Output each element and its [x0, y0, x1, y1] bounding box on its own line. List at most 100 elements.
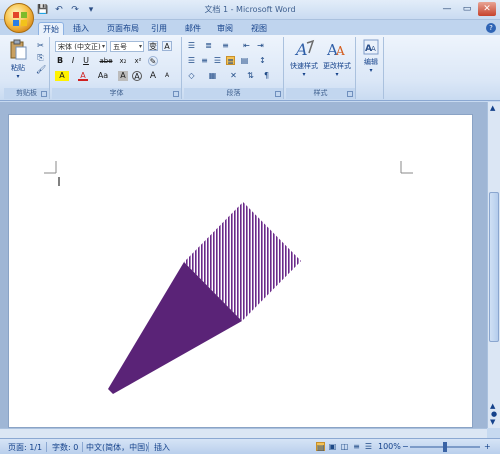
tab-references[interactable]: 引用	[148, 22, 170, 35]
zoom-slider-thumb[interactable]	[443, 442, 447, 452]
char-shading-button[interactable]: A	[118, 71, 128, 81]
draft-view-icon[interactable]: ☰	[364, 442, 373, 451]
paste-label: 粘贴	[11, 64, 25, 72]
increase-indent-icon[interactable]: ⇥	[256, 41, 265, 50]
clear-format-icon[interactable]: ✎	[148, 56, 158, 66]
distributed-icon[interactable]: ▤	[240, 56, 249, 65]
office-button[interactable]	[4, 3, 34, 33]
cut-icon[interactable]: ✂	[36, 41, 45, 50]
web-layout-view-icon[interactable]: ◫	[340, 442, 349, 451]
outline-view-icon[interactable]: ≡	[352, 442, 361, 451]
font-launcher-icon[interactable]	[173, 91, 179, 97]
copy-icon[interactable]: ⎘	[36, 53, 45, 62]
vertical-scrollbar[interactable]: ▲ ▲ ● ▼	[487, 102, 500, 428]
horizontal-scrollbar[interactable]	[0, 428, 487, 438]
sort-icon[interactable]: ⇅	[246, 71, 255, 80]
italic-button[interactable]: I	[68, 56, 78, 66]
ribbon-tabs: 开始 插入 页面布局 引用 邮件 审阅 视图 ?	[0, 20, 500, 35]
tab-view[interactable]: 视图	[248, 22, 270, 35]
quick-styles-icon: A	[294, 39, 315, 59]
title-bar: 💾 ↶ ↷ ▾ 文档 1 - Microsoft Word — ▭ ✕	[0, 0, 500, 20]
scroll-up-icon[interactable]: ▲	[490, 104, 495, 112]
font-name-select[interactable]: 宋体 (中文正) ▾	[55, 41, 107, 52]
insert-mode-indicator[interactable]: 插入	[154, 442, 170, 453]
zoom-level[interactable]: 100%	[378, 442, 401, 451]
font-color-button[interactable]: A	[78, 71, 88, 81]
numbering-icon[interactable]: ≣	[204, 41, 213, 50]
paragraph-launcher-icon[interactable]	[275, 91, 281, 97]
next-page-icon[interactable]: ▼	[490, 418, 495, 426]
styles-launcher-icon[interactable]	[347, 91, 353, 97]
svg-text:A: A	[294, 40, 308, 59]
tab-home[interactable]: 开始	[38, 22, 64, 35]
show-marks-icon[interactable]: ¶	[262, 71, 271, 80]
clipboard-launcher-icon[interactable]	[41, 91, 47, 97]
word-count[interactable]: 字数: 0	[52, 442, 78, 453]
align-left-icon[interactable]: ☰	[187, 56, 196, 65]
align-center-icon[interactable]: ≡	[200, 56, 209, 65]
help-icon[interactable]: ?	[486, 23, 496, 33]
browse-object-icon[interactable]: ●	[491, 410, 497, 418]
line-spacing-icon[interactable]: ↕	[258, 56, 267, 65]
grow-font-button[interactable]: A	[148, 71, 158, 81]
chinese-layout-icon[interactable]: ✕	[229, 71, 238, 80]
tab-review[interactable]: 审阅	[214, 22, 236, 35]
vertical-scroll-thumb[interactable]	[489, 192, 499, 342]
paragraph-group-label: 段落	[184, 88, 283, 99]
quick-styles-label: 快速样式	[290, 62, 318, 70]
zoom-out-button[interactable]: −	[402, 442, 409, 451]
language-indicator[interactable]: 中文(简体，中国)	[86, 442, 148, 453]
superscript-button[interactable]: x²	[132, 56, 144, 66]
group-clipboard: 粘贴 ▾ ✂ ⎘ 🖌 剪贴板	[4, 37, 50, 99]
justify-icon[interactable]: ≣	[226, 56, 235, 66]
font-size-select[interactable]: 五号 ▾	[110, 41, 144, 52]
strikethrough-button[interactable]: abe	[98, 56, 114, 66]
page-count[interactable]: 页面: 1/1	[8, 442, 42, 453]
font-name-value: 宋体 (中文正)	[58, 43, 101, 51]
shrink-font-icon[interactable]: A	[162, 71, 172, 81]
editing-label: 编辑	[364, 58, 378, 66]
status-separator	[148, 442, 149, 452]
page-canvas	[44, 161, 413, 394]
char-border-icon[interactable]: A	[162, 41, 172, 51]
change-case-button[interactable]: Aa	[96, 71, 110, 81]
group-editing: A A 编辑 ▾	[358, 37, 384, 99]
phonetic-guide-icon[interactable]: 变	[148, 41, 158, 51]
font-size-value: 五号	[113, 43, 127, 51]
group-paragraph: ☰ ≣ ≡ ⇤ ⇥ ☰ ≡ ☰ ≣ ▤ ↕ ◇ ▦ ✕ ⇅ ¶ 段落	[184, 37, 284, 99]
restore-button[interactable]: ▭	[458, 2, 476, 16]
full-screen-view-icon[interactable]: ▣	[328, 442, 337, 451]
decrease-indent-icon[interactable]: ⇤	[242, 41, 251, 50]
subscript-button[interactable]: x₂	[117, 56, 129, 66]
format-painter-icon[interactable]: 🖌	[36, 65, 46, 74]
tab-page-layout[interactable]: 页面布局	[102, 22, 144, 35]
status-separator	[82, 442, 83, 452]
office-logo-icon	[13, 12, 27, 26]
bold-button[interactable]: B	[55, 56, 65, 66]
change-styles-label: 更改样式	[323, 62, 351, 70]
enclose-char-button[interactable]: A	[132, 71, 142, 81]
bullets-icon[interactable]: ☰	[187, 41, 196, 50]
zoom-in-button[interactable]: +	[484, 442, 491, 451]
change-styles-button[interactable]: A A 更改样式 ▾	[321, 39, 353, 78]
paste-button[interactable]: 粘贴 ▾	[7, 39, 29, 80]
status-bar: 页面: 1/1 字数: 0 中文(简体，中国) 插入 ▤ ▣ ◫ ≡ ☰ 100…	[0, 438, 500, 454]
minimize-button[interactable]: —	[438, 2, 456, 16]
underline-button[interactable]: U	[81, 56, 91, 66]
close-button[interactable]: ✕	[478, 2, 496, 16]
shading-icon[interactable]: ◇	[187, 71, 196, 80]
multilevel-list-icon[interactable]: ≡	[221, 41, 230, 50]
highlight-button[interactable]: A	[55, 71, 69, 81]
tab-insert[interactable]: 插入	[70, 22, 92, 35]
find-icon: A A	[363, 39, 379, 55]
group-font: 宋体 (中文正) ▾ 五号 ▾ 变 A B I U abe x₂ x² ✎ A A …	[52, 37, 182, 99]
tab-mailings[interactable]: 邮件	[182, 22, 204, 35]
ribbon: 粘贴 ▾ ✂ ⎘ 🖌 剪贴板 宋体 (中文正) ▾ 五号 ▾ 变 A B I U a…	[0, 35, 500, 101]
editing-button[interactable]: A A 编辑 ▾	[360, 39, 382, 74]
prev-page-icon[interactable]: ▲	[490, 402, 495, 410]
align-right-icon[interactable]: ☰	[213, 56, 222, 65]
print-layout-view-icon[interactable]: ▤	[316, 442, 325, 452]
quick-styles-button[interactable]: A 快速样式 ▾	[288, 39, 320, 78]
document-page[interactable]	[8, 114, 473, 428]
borders-icon[interactable]: ▦	[208, 71, 217, 80]
